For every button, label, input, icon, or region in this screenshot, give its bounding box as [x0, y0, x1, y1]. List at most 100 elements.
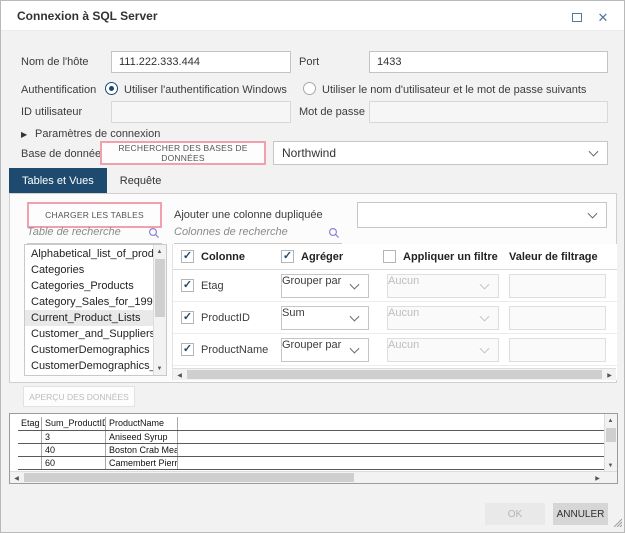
list-item[interactable]: CustomerDemographics [25, 342, 153, 358]
list-item[interactable]: Categories_Products [25, 278, 153, 294]
preview-hscrollbar[interactable]: ◀ ▶ [10, 471, 617, 483]
scroll-down-icon[interactable]: ▼ [153, 362, 166, 375]
data-preview-grid: EtagSum_ProductIDProductName 3Aniseed Sy… [18, 417, 604, 472]
list-item[interactable]: Current_Product_Lists [25, 310, 153, 326]
chevron-down-icon [350, 312, 360, 322]
resize-grip[interactable] [612, 517, 622, 530]
list-item[interactable]: Customer_and_Suppliers_by_Cit [25, 326, 153, 342]
preview-vscrollbar[interactable]: ▲ ▼ [604, 414, 617, 472]
cancel-button[interactable]: ANNULER [553, 503, 608, 525]
scroll-up-icon[interactable]: ▲ [153, 245, 166, 258]
tab-tables-views[interactable]: Tables et Vues [9, 168, 107, 193]
column-checkbox[interactable]: ✓ [181, 311, 194, 324]
tab-query[interactable]: Requête [107, 168, 175, 193]
filter-value-input[interactable] [509, 274, 606, 298]
check-icon: ✓ [183, 344, 192, 355]
column-name: ProductName [201, 344, 268, 356]
column-checkbox[interactable]: ✓ [181, 343, 194, 356]
apply-filter-header-checkbox[interactable] [383, 250, 396, 263]
scrollbar-thumb[interactable] [187, 370, 602, 379]
host-input[interactable] [111, 51, 291, 73]
chevron-down-icon [350, 280, 360, 290]
password-input[interactable] [369, 101, 608, 123]
sql-server-connection-dialog: Connexion à SQL Server ✕ Nom de l'hôte P… [0, 0, 625, 533]
host-label: Nom de l'hôte [21, 56, 89, 68]
maximize-icon [572, 13, 582, 22]
preview-cell-filler [178, 431, 604, 443]
userpass-auth-label[interactable]: Utiliser le nom d'utilisateur et le mot … [322, 84, 586, 96]
expander-arrow-icon: ▶ [21, 130, 27, 139]
scrollbar-thumb[interactable] [606, 428, 616, 442]
aggregate-dropdown[interactable]: Grouper par [281, 274, 369, 298]
list-item[interactable]: Alphabetical_list_of_products [25, 246, 153, 262]
search-databases-button[interactable]: RECHERCHER DES BASES DE DONNÉES [100, 141, 266, 165]
check-icon: ✓ [183, 312, 192, 323]
filter-value-header-label: Valeur de filtrage [509, 251, 598, 263]
data-preview-button[interactable]: APERÇU DES DONNÉES [23, 386, 135, 407]
column-checkbox[interactable]: ✓ [181, 279, 194, 292]
scrollbar-thumb[interactable] [24, 473, 354, 482]
scroll-right-icon[interactable]: ▶ [603, 369, 616, 381]
chevron-down-icon [480, 312, 490, 322]
filter-value-input[interactable] [509, 338, 606, 362]
check-icon: ✓ [183, 251, 192, 262]
columns-search-placeholder: Colonnes de recherche [174, 226, 288, 238]
port-input[interactable] [369, 51, 608, 73]
preview-header-cell: Sum_ProductID [42, 417, 106, 430]
windows-auth-label[interactable]: Utiliser l'authentification Windows [124, 84, 287, 96]
aggregate-value: Sum [282, 307, 305, 319]
filter-dropdown[interactable]: Aucun [387, 274, 499, 298]
userid-input[interactable] [111, 101, 291, 123]
preview-cell [18, 431, 42, 443]
list-item[interactable]: Category_Sales_for_1997 [25, 294, 153, 310]
table-search-input[interactable]: Table de recherche [27, 226, 162, 244]
table-list-scrollbar[interactable]: ▲ ▼ [153, 245, 166, 375]
connection-params-expander[interactable]: Paramètres de connexion [35, 128, 160, 140]
load-tables-button[interactable]: CHARGER LES TABLES [27, 202, 162, 228]
scroll-left-icon[interactable]: ◀ [10, 472, 23, 484]
column-header-label: Colonne [201, 251, 245, 263]
filter-value-text: Aucun [388, 339, 419, 351]
ok-button[interactable]: OK [485, 503, 545, 525]
column-header-checkbox[interactable]: ✓ [181, 250, 194, 263]
data-preview-box: EtagSum_ProductIDProductName 3Aniseed Sy… [9, 413, 618, 484]
scroll-left-icon[interactable]: ◀ [173, 369, 186, 381]
chevron-down-icon [589, 147, 599, 157]
database-dropdown[interactable]: Northwind [273, 141, 608, 165]
columns-grid-header: ✓ Colonne ✓ Agréger Appliquer un filtre … [173, 244, 617, 270]
list-item[interactable]: Categories [25, 262, 153, 278]
filter-dropdown[interactable]: Aucun [387, 306, 499, 330]
list-item[interactable]: CustomerDemographics_Custor [25, 358, 153, 374]
table-row: ✓EtagGrouper parAucun [173, 270, 617, 302]
scrollbar-thumb[interactable] [155, 259, 165, 317]
preview-cell: Camembert Pierrot [106, 457, 178, 469]
table-search-placeholder: Table de recherche [27, 226, 121, 238]
userpass-auth-radio[interactable] [303, 82, 316, 95]
check-icon: ✓ [183, 280, 192, 291]
maximize-button[interactable] [564, 7, 590, 27]
port-label: Port [299, 56, 319, 68]
close-button[interactable]: ✕ [590, 7, 616, 27]
preview-header-cell: Etag [18, 417, 42, 430]
columns-grid-hscrollbar[interactable]: ◀ ▶ [173, 368, 616, 380]
preview-table-row[interactable]: 60Camembert Pierrot [18, 457, 604, 470]
filter-dropdown[interactable]: Aucun [387, 338, 499, 362]
preview-table-row[interactable]: 40Boston Crab Meat [18, 444, 604, 457]
chevron-down-icon [588, 209, 598, 219]
scroll-up-icon[interactable]: ▲ [604, 414, 617, 427]
aggregate-value: Grouper par [282, 275, 341, 287]
windows-auth-radio[interactable] [105, 82, 118, 95]
scroll-right-icon[interactable]: ▶ [591, 472, 604, 484]
chevron-down-icon [480, 280, 490, 290]
aggregate-header-checkbox[interactable]: ✓ [281, 250, 294, 263]
preview-cell: 60 [42, 457, 106, 469]
columns-search-input[interactable]: Colonnes de recherche [174, 226, 342, 244]
filter-value-input[interactable] [509, 306, 606, 330]
aggregate-dropdown[interactable]: Grouper par [281, 338, 369, 362]
preview-header-row: EtagSum_ProductIDProductName [18, 417, 604, 431]
duplicate-column-dropdown[interactable] [357, 202, 607, 228]
columns-grid: ✓ Colonne ✓ Agréger Appliquer un filtre … [172, 244, 617, 380]
dialog-title: Connexion à SQL Server [17, 9, 158, 23]
preview-table-row[interactable]: 3Aniseed Syrup [18, 431, 604, 444]
aggregate-dropdown[interactable]: Sum [281, 306, 369, 330]
